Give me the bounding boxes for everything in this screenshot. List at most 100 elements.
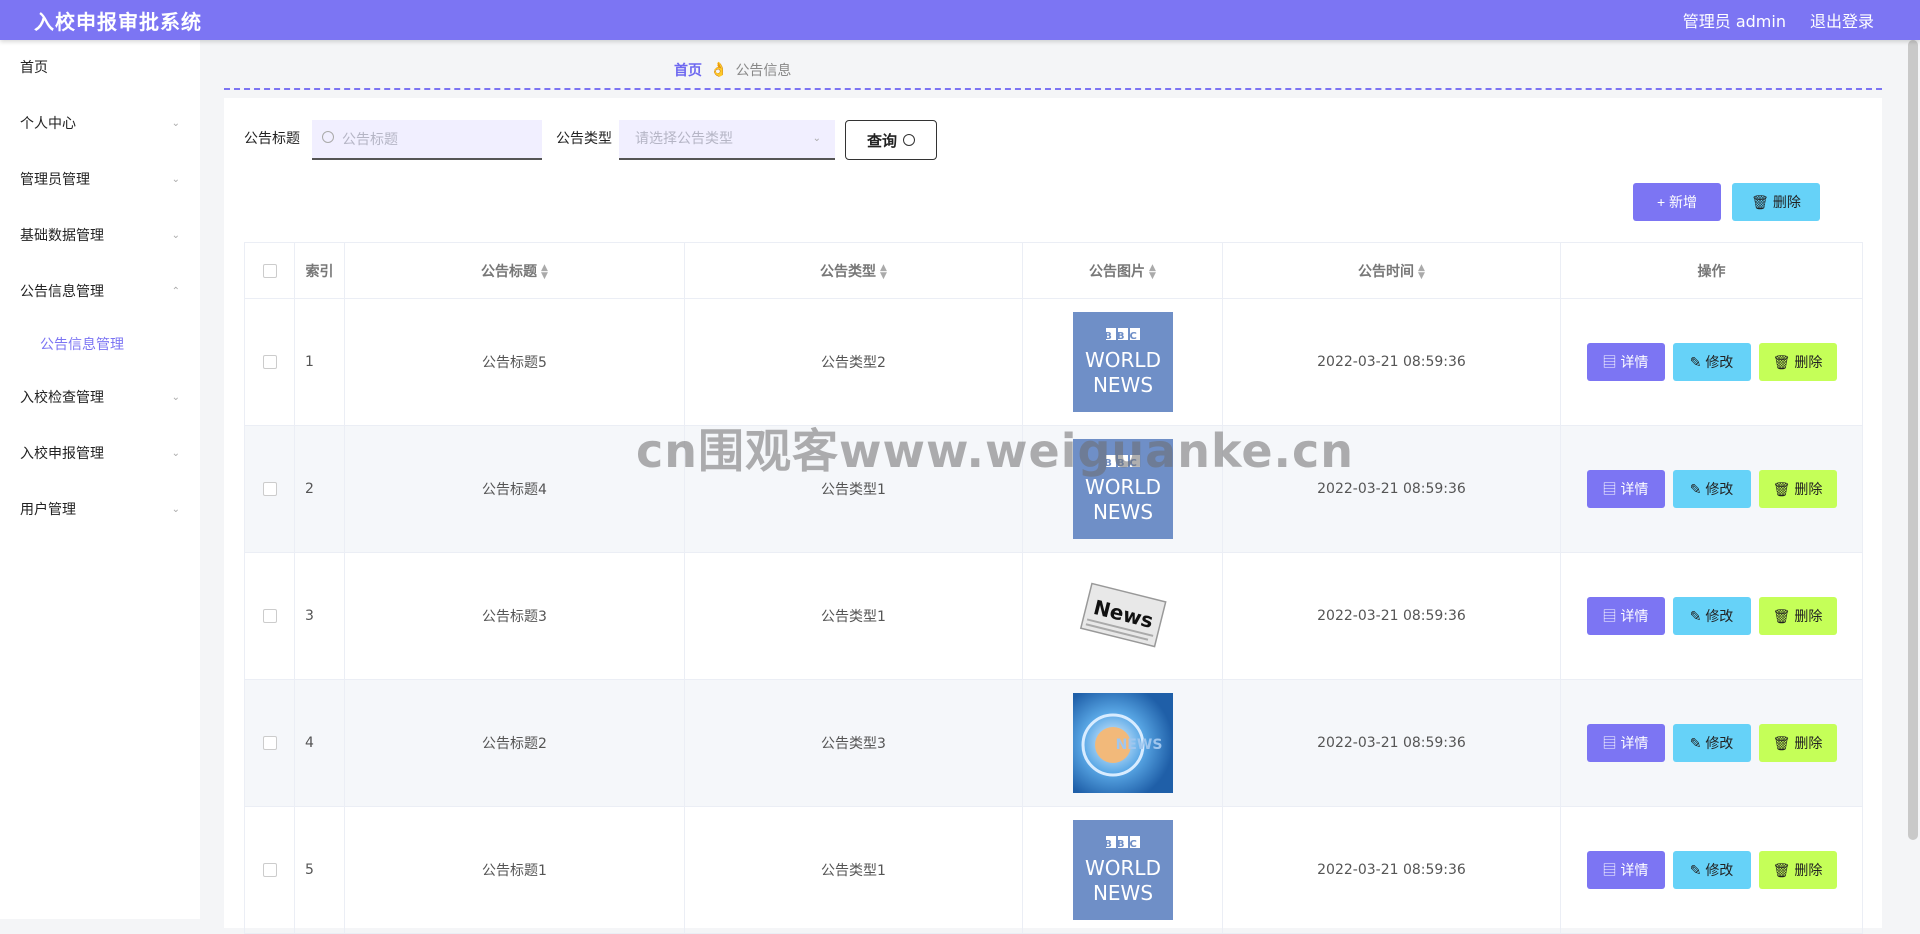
sidebar-item-label: 公告信息管理 (20, 284, 104, 300)
column-time-label: 公告时间 (1358, 263, 1415, 280)
row-actions: ▤ 详情 ✎ 修改 🗑 删除 (1560, 425, 1863, 553)
row-checkbox[interactable] (262, 355, 277, 369)
column-actions: 操作 (1560, 242, 1863, 299)
bbc-world-news-image[interactable]: BBC WORLD NEWS (1072, 439, 1173, 539)
detail-button[interactable]: ▤ 详情 (1586, 470, 1665, 508)
notice-table: 索引 公告标题 ▲ ▼ 公告类型 ▲ ▼ 公告图片 ▲ ▼ 公告时间 ▲ ▼ 操作 1 公告标题… (244, 242, 1863, 934)
bbc-world-news-image[interactable]: BBC WORLD NEWS (1072, 820, 1173, 920)
row-checkbox[interactable] (262, 863, 277, 877)
image-text: BBC (1104, 458, 1142, 469)
column-type-label: 公告类型 (820, 263, 877, 280)
add-button[interactable]: + 新增 (1633, 183, 1721, 221)
app-title: 入校申报审批系统 (34, 9, 202, 34)
edit-button[interactable]: ✎ 修改 (1672, 724, 1751, 762)
trash-icon: 🗑 (1772, 862, 1795, 878)
row-type: 公告类型1 (684, 806, 1023, 934)
breadcrumb-current: 公告信息 (735, 63, 792, 79)
sidebar-item-notice-management[interactable]: 公告信息管理 ⌃ (0, 264, 200, 320)
row-actions: ▤ 详情 ✎ 修改 🗑 删除 (1560, 552, 1863, 680)
detail-button[interactable]: ▤ 详情 (1586, 597, 1665, 635)
image-text: NEWS (1092, 500, 1152, 524)
column-title[interactable]: 公告标题 ▲ ▼ (344, 242, 685, 299)
chevron-down-icon: ⌄ (171, 118, 180, 129)
column-image[interactable]: 公告图片 ▲ ▼ (1022, 242, 1223, 299)
type-select[interactable]: 请选择公告类型 ⌄ (619, 120, 835, 160)
row-title: 公告标题4 (344, 425, 685, 553)
logout-link[interactable]: 退出登录 (1810, 8, 1874, 32)
sort-icon[interactable]: ▲ ▼ (1149, 263, 1156, 280)
sidebar-item-label: 个人中心 (20, 116, 76, 132)
sidebar-item-entry-check[interactable]: 入校检查管理 ⌄ (0, 370, 200, 426)
column-time[interactable]: 公告时间 ▲ ▼ (1222, 242, 1561, 299)
sort-icon[interactable]: ▲ ▼ (541, 263, 548, 280)
delete-button[interactable]: 🗑 删除 (1758, 343, 1837, 381)
chevron-down-icon: ⌄ (171, 448, 180, 459)
chevron-down-icon: ⌄ (171, 392, 180, 403)
image-text: NEWS (1115, 737, 1162, 753)
sidebar-item-label: 管理员管理 (20, 172, 90, 188)
sidebar-item-personal-center[interactable]: 个人中心 ⌄ (0, 96, 200, 152)
blue-news-globe-image[interactable]: NEWS (1072, 693, 1173, 793)
file-icon: ▤ (1602, 481, 1621, 497)
chevron-down-icon: ⌄ (171, 174, 180, 185)
row-actions: ▤ 详情 ✎ 修改 🗑 删除 (1560, 298, 1863, 426)
delete-button[interactable]: 🗑 删除 (1758, 470, 1837, 508)
sidebar-item-admin-management[interactable]: 管理员管理 ⌄ (0, 152, 200, 208)
edit-button[interactable]: ✎ 修改 (1672, 597, 1751, 635)
newspaper-news-image[interactable]: News (1072, 566, 1173, 666)
bbc-world-news-image[interactable]: BBC WORLD NEWS (1072, 312, 1173, 412)
detail-label: 详情 (1620, 862, 1649, 878)
row-checkbox[interactable] (262, 736, 277, 750)
chevron-down-icon: ⌄ (171, 230, 180, 241)
title-search-label: 公告标题 (244, 131, 300, 147)
row-type: 公告类型1 (684, 425, 1023, 553)
row-type: 公告类型3 (684, 679, 1023, 807)
image-text: BBC (1104, 331, 1142, 342)
image-text: WORLD (1085, 856, 1161, 880)
sidebar-item-entry-declaration[interactable]: 入校申报管理 ⌄ (0, 426, 200, 482)
row-checkbox[interactable] (262, 482, 277, 496)
delete-label: 删除 (1794, 481, 1823, 497)
detail-button[interactable]: ▤ 详情 (1586, 724, 1665, 762)
delete-button[interactable]: 🗑 删除 (1758, 597, 1837, 635)
content-card: 公告标题 公告类型 请选择公告类型 ⌄ 查询 + 新增 🗑 删除 索引 公告标题… (224, 98, 1882, 934)
row-actions: ▤ 详情 ✎ 修改 🗑 删除 (1560, 679, 1863, 807)
row-image-cell: BBC WORLD NEWS (1022, 425, 1223, 553)
edit-button[interactable]: ✎ 修改 (1672, 470, 1751, 508)
batch-delete-button[interactable]: 🗑 删除 (1732, 183, 1820, 221)
sidebar-subitem-notice-management[interactable]: 公告信息管理 (0, 320, 200, 370)
sort-icon[interactable]: ▲ ▼ (880, 263, 887, 280)
column-type[interactable]: 公告类型 ▲ ▼ (684, 242, 1023, 299)
sidebar-item-home[interactable]: 首页 (0, 40, 200, 96)
query-button[interactable]: 查询 (845, 120, 937, 160)
row-time: 2022-03-21 08:59:36 (1222, 806, 1561, 934)
row-image-cell: BBC WORLD NEWS (1022, 806, 1223, 934)
row-index: 3 (294, 552, 345, 680)
detail-button[interactable]: ▤ 详情 (1586, 343, 1665, 381)
sidebar: 首页 个人中心 ⌄ 管理员管理 ⌄ 基础数据管理 ⌄ 公告信息管理 ⌃ 公告信息管理 入… (0, 40, 200, 919)
row-index: 4 (294, 679, 345, 807)
image-text: NEWS (1092, 881, 1152, 905)
title-search-input[interactable] (312, 120, 542, 160)
select-all-checkbox[interactable] (262, 263, 277, 278)
delete-button[interactable]: 🗑 删除 (1758, 851, 1837, 889)
row-type: 公告类型1 (684, 552, 1023, 680)
sort-icon[interactable]: ▲ ▼ (1418, 263, 1425, 280)
row-title: 公告标题1 (344, 806, 685, 934)
column-image-label: 公告图片 (1089, 263, 1146, 280)
column-title-label: 公告标题 (481, 263, 538, 280)
edit-button[interactable]: ✎ 修改 (1672, 851, 1751, 889)
table-row: 5 公告标题1 公告类型1 BBC WORLD NEWS 2022-03-21 … (244, 806, 1863, 934)
sidebar-item-user-management[interactable]: 用户管理 ⌄ (0, 482, 200, 538)
row-checkbox[interactable] (262, 609, 277, 623)
row-index: 5 (294, 806, 345, 934)
search-icon (903, 134, 915, 146)
image-text: NEWS (1092, 373, 1152, 397)
delete-button[interactable]: 🗑 删除 (1758, 724, 1837, 762)
breadcrumb-home[interactable]: 首页 (674, 60, 702, 80)
detail-button[interactable]: ▤ 详情 (1586, 851, 1665, 889)
sidebar-item-basic-data[interactable]: 基础数据管理 ⌄ (0, 208, 200, 264)
delete-label: 删除 (1794, 862, 1823, 878)
edit-button[interactable]: ✎ 修改 (1672, 343, 1751, 381)
page-scrollbar[interactable] (1908, 40, 1918, 840)
